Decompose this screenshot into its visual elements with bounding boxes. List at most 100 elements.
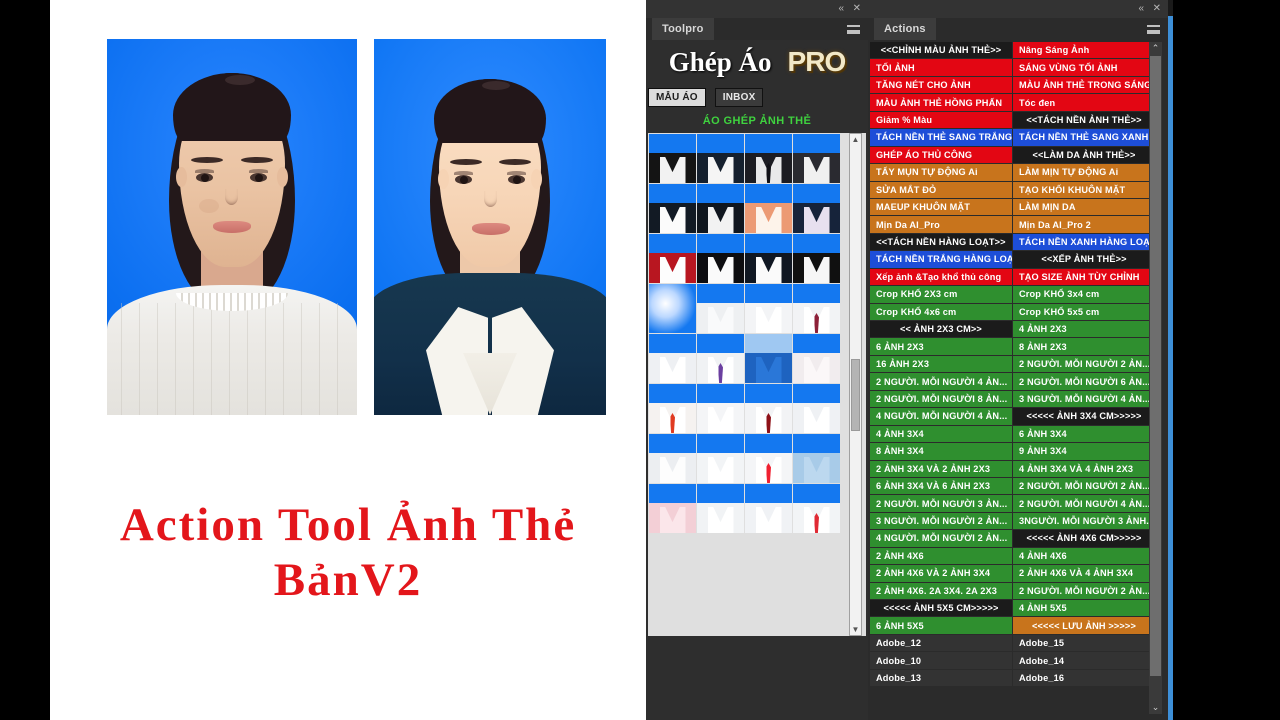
action-item[interactable]: Nâng Sáng Ảnh (1013, 42, 1156, 60)
shirt-thumbnail[interactable] (649, 234, 696, 283)
action-item[interactable]: TÁCH NỀN XANH HÀNG LOẠT (1013, 233, 1156, 252)
shirt-thumbnail[interactable] (697, 384, 744, 433)
scroll-down-icon[interactable]: ⌄ (1149, 701, 1162, 714)
action-item[interactable]: Crop KHỔ 5x5 cm (1013, 303, 1156, 321)
action-item[interactable]: 2 NGƯỜI. MỖI NGƯỜI 2 ẢN... (1013, 477, 1156, 496)
action-item[interactable]: 3 NGƯỜI. MỖI NGƯỜI 2 ẢN... (870, 512, 1013, 531)
shirt-thumbnail[interactable] (793, 334, 840, 383)
shirt-thumbnail[interactable] (649, 434, 696, 483)
action-item[interactable]: MAEUP KHUÔN MẶT (870, 198, 1013, 217)
action-item[interactable]: Crop KHỔ 4x6 cm (870, 303, 1013, 321)
action-item[interactable]: Mịn Da AI_Pro (870, 216, 1013, 234)
shirt-thumbnail[interactable] (745, 334, 792, 383)
action-item[interactable]: << ẢNH 2X3 CM>> (870, 321, 1013, 339)
actions-scrollbar[interactable]: ⌃ ⌄ (1149, 42, 1162, 714)
action-item[interactable]: 2 ẢNH 4X6 (870, 547, 1013, 566)
shirt-thumbnail[interactable] (793, 134, 840, 183)
action-item[interactable]: <<LÀM DA ẢNH THẺ>> (1013, 146, 1156, 165)
inbox-button[interactable]: INBOX (714, 87, 764, 107)
action-item[interactable]: 6 ẢNH 5X5 (870, 617, 1013, 635)
shirt-thumbnail[interactable] (649, 484, 696, 533)
action-item[interactable]: Adobe_14 (1013, 652, 1156, 670)
action-item[interactable]: Xếp ảnh &Tạo khổ thủ công (870, 268, 1013, 287)
action-item[interactable]: 4 NGƯỜI. MỖI NGƯỜI 2 ẢN... (870, 530, 1013, 548)
action-item[interactable]: 2 NGƯỜI. MỖI NGƯỜI 2 ẢN... (1013, 582, 1156, 600)
action-item[interactable]: Adobe_15 (1013, 634, 1156, 653)
action-item[interactable]: 3 NGƯỜI. MỖI NGƯỜI 4 ẢN... (1013, 390, 1156, 409)
panel-menu-icon[interactable] (1147, 25, 1160, 34)
scrollbar-thumb[interactable] (851, 359, 860, 431)
action-item[interactable]: TẠO KHỐI KHUÔN MẶT (1013, 181, 1156, 199)
action-item[interactable]: 4 ẢNH 2X3 (1013, 321, 1156, 339)
action-item[interactable]: 2 ẢNH 3X4 VÀ 2 ẢNH 2X3 (870, 460, 1013, 478)
shirt-grid-scrollbar[interactable]: ▲ ▼ (849, 133, 862, 636)
action-item[interactable]: 8 ẢNH 2X3 (1013, 338, 1156, 356)
action-item[interactable]: 6 ẢNH 3X4 VÀ 6 ẢNH 2X3 (870, 477, 1013, 496)
action-item[interactable]: LÀM MỊN TỰ ĐỘNG Ai (1013, 164, 1156, 182)
action-item[interactable]: 6 ẢNH 3X4 (1013, 425, 1156, 444)
action-item[interactable]: TẠO SIZE ẢNH TÙY CHỈNH (1013, 268, 1156, 287)
shirt-thumbnail[interactable] (745, 134, 792, 183)
close-icon[interactable]: ✕ (853, 3, 861, 15)
scroll-down-icon[interactable]: ▼ (850, 624, 861, 635)
action-item[interactable]: Mịn Da AI_Pro 2 (1013, 216, 1156, 234)
action-item[interactable]: Adobe_16 (1013, 669, 1156, 688)
shirt-thumbnail[interactable] (793, 234, 840, 283)
tab-actions[interactable]: Actions (874, 18, 936, 40)
panel-menu-icon[interactable] (847, 25, 860, 34)
shirt-thumbnail[interactable] (793, 184, 840, 233)
action-item[interactable]: 2 NGƯỜI. MỖI NGƯỜI 2 ẢN... (1013, 355, 1156, 374)
collapse-icon[interactable]: « (838, 3, 844, 15)
close-icon[interactable]: ✕ (1153, 3, 1161, 15)
action-item[interactable]: <<<<< LƯU ẢNH >>>>> (1013, 617, 1156, 635)
action-item[interactable]: 9 ẢNH 3X4 (1013, 443, 1156, 461)
scroll-up-icon[interactable]: ▲ (850, 134, 861, 145)
shirt-thumbnail[interactable] (745, 234, 792, 283)
action-item[interactable]: 2 ẢNH 4X6. 2A 3X4. 2A 2X3 (870, 582, 1013, 600)
shirt-thumbnail[interactable] (745, 284, 792, 333)
action-item[interactable]: 4 ẢNH 3X4 (870, 425, 1013, 444)
after-photo[interactable] (374, 39, 606, 415)
action-item[interactable]: Adobe_13 (870, 669, 1013, 688)
action-item[interactable]: 2 NGƯỜI. MỖI NGƯỜI 6 ẢN... (1013, 373, 1156, 391)
scrollbar-thumb[interactable] (1150, 56, 1161, 676)
shirt-thumbnail[interactable] (793, 484, 840, 533)
action-item[interactable]: <<<<< ẢNH 4X6 CM>>>>> (1013, 530, 1156, 548)
action-item[interactable]: <<TÁCH NỀN ẢNH THẺ>> (1013, 111, 1156, 130)
shirt-thumbnail[interactable] (649, 134, 696, 183)
action-item[interactable]: TÁCH NỀN THẺ SANG XANH (1013, 129, 1156, 147)
shirt-thumbnail-grid[interactable] (648, 133, 840, 533)
action-item[interactable]: 2 NGƯỜI. MỖI NGƯỜI 4 ẢN... (870, 373, 1013, 391)
scroll-up-icon[interactable]: ⌃ (1149, 42, 1162, 55)
action-item[interactable]: Giảm % Màu (870, 111, 1013, 130)
shirt-thumbnail[interactable] (649, 334, 696, 383)
action-item[interactable]: Tóc đen (1013, 94, 1156, 112)
action-item[interactable]: TÁCH NỀN THẺ SANG TRẮNG (870, 129, 1013, 147)
before-photo[interactable] (107, 39, 357, 415)
action-item[interactable]: 2 NGƯỜI. MỖI NGƯỜI 3 ẢN... (870, 495, 1013, 513)
shirt-thumbnail[interactable] (697, 284, 744, 333)
shirt-thumbnail[interactable] (745, 184, 792, 233)
action-item[interactable]: 2 NGƯỜI. MỖI NGƯỜI 4 ẢN... (1013, 495, 1156, 513)
shirt-thumbnail[interactable] (793, 434, 840, 483)
action-item[interactable]: 16 ẢNH 2X3 (870, 355, 1013, 374)
shirt-thumbnail[interactable] (697, 484, 744, 533)
action-item[interactable]: 2 ẢNH 4X6 VÀ 4 ẢNH 3X4 (1013, 565, 1156, 583)
shirt-thumbnail[interactable] (697, 134, 744, 183)
action-item[interactable]: 3NGƯỜI. MỖI NGƯỜI 3 ẢNH... (1013, 512, 1156, 531)
action-item[interactable]: <<CHỈNH MÀU ẢNH THẺ>> (870, 42, 1013, 60)
action-item[interactable]: Crop KHỔ 3x4 cm (1013, 286, 1156, 304)
action-item[interactable]: LÀM MỊN DA (1013, 198, 1156, 217)
action-item[interactable]: Adobe_10 (870, 652, 1013, 670)
actions-list[interactable]: <<CHỈNH MÀU ẢNH THẺ>> Nâng Sáng Ảnh TỐI ẢN… (870, 42, 1156, 714)
action-item[interactable]: Adobe_12 (870, 634, 1013, 653)
action-item[interactable]: 4 NGƯỜI. MỖI NGƯỜI 4 ẢN... (870, 408, 1013, 426)
action-item[interactable]: TÁCH NỀN TRẮNG HÀNG LOẠT (870, 251, 1013, 269)
tab-toolpro[interactable]: Toolpro (652, 18, 714, 40)
action-item[interactable]: GHÉP ÁO THỦ CÔNG (870, 146, 1013, 165)
action-item[interactable]: MÀU ẢNH THẺ TRONG SÁNG (1013, 76, 1156, 95)
shirt-thumbnail[interactable] (697, 184, 744, 233)
mau-ao-button[interactable]: MẪU ÁO (648, 87, 706, 107)
action-item[interactable]: <<XẾP ẢNH THẺ>> (1013, 251, 1156, 269)
action-item[interactable]: SÁNG VÙNG TỐI ẢNH (1013, 59, 1156, 77)
